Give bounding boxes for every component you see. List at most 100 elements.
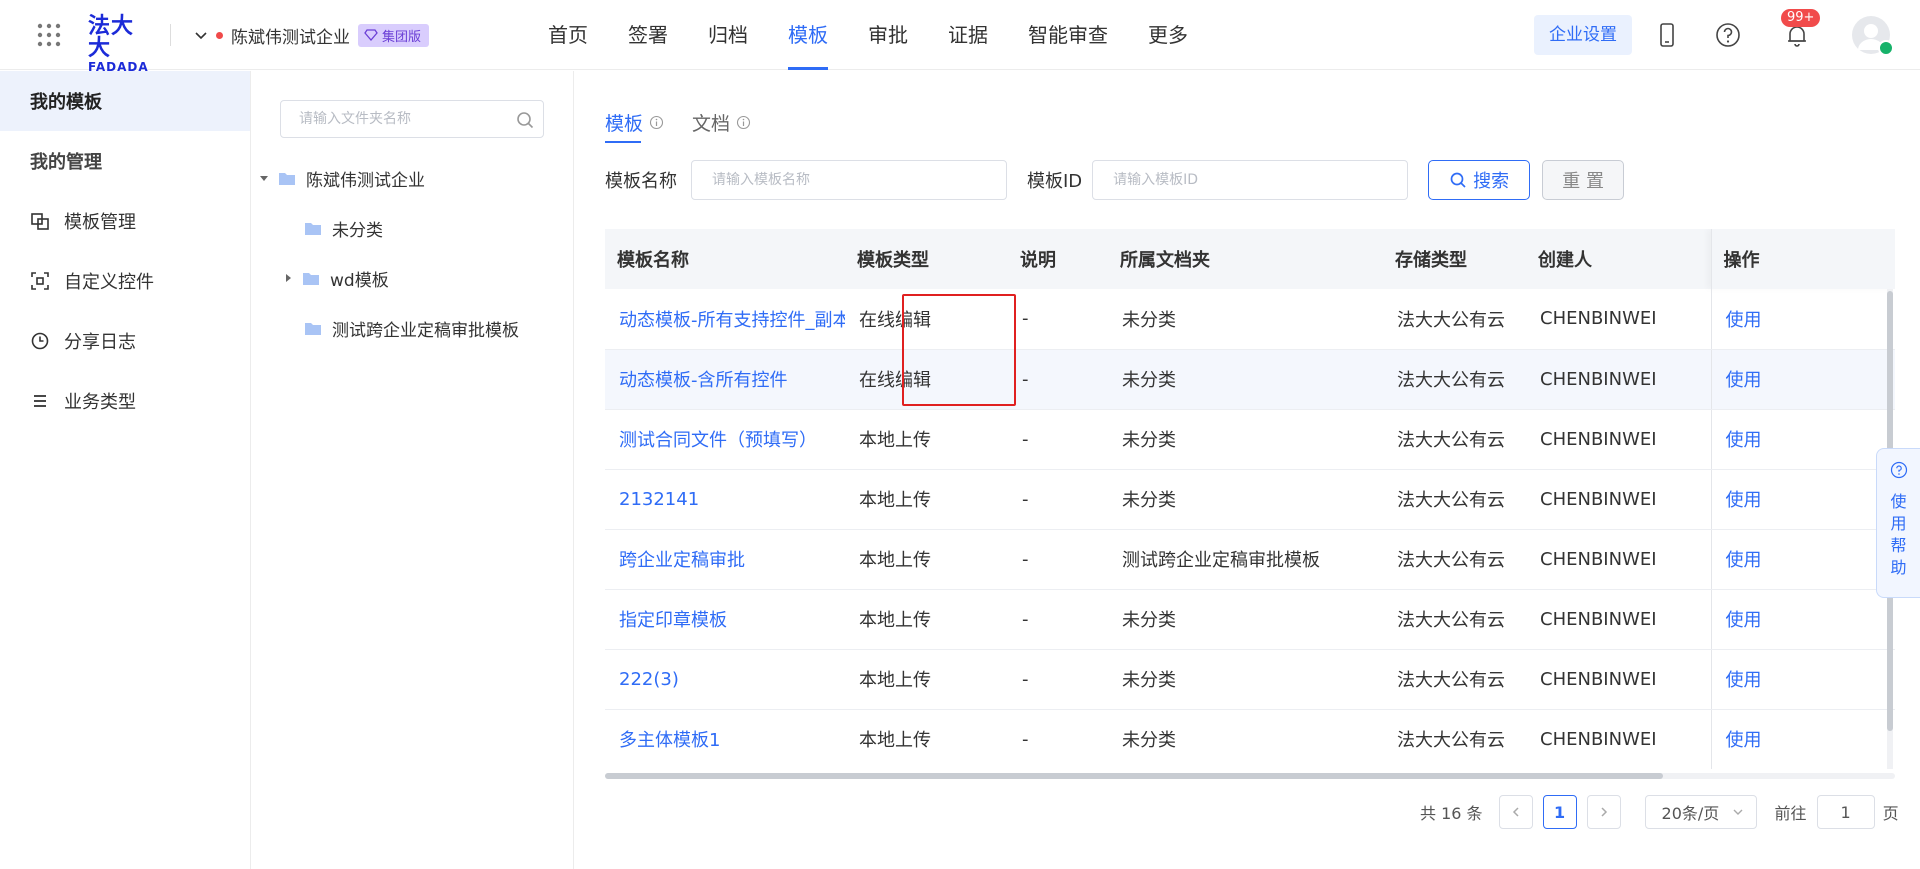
column-header-type: 模板类型 <box>845 229 1008 289</box>
folder-icon <box>305 222 321 235</box>
sidebar-item-business-type[interactable]: 业务类型 <box>0 371 250 431</box>
nav-smart-review[interactable]: 智能审查 <box>1028 0 1108 70</box>
prev-page-button[interactable] <box>1498 795 1533 829</box>
column-header-storage: 存储类型 <box>1383 229 1526 289</box>
tree-node-cross-enterprise[interactable]: 测试跨企业定稿审批模板 <box>304 313 519 343</box>
tree-node-label: 陈斌伟测试企业 <box>306 170 425 191</box>
template-name-link[interactable]: 2132141 <box>605 469 845 530</box>
user-avatar[interactable] <box>1852 16 1894 56</box>
sidebar: 我的模板 我的管理 模板管理 自定义控件 分享日志 业务类型 <box>0 71 251 869</box>
use-template-link[interactable]: 使用 <box>1710 469 1895 530</box>
nav-home[interactable]: 首页 <box>548 0 588 70</box>
fadada-logo[interactable]: 法大大 FADADA <box>88 16 152 75</box>
template-folder-cell: 未分类 <box>1108 409 1383 470</box>
search-button-label: 搜索 <box>1473 171 1510 192</box>
filter-bar: 模板名称 模板ID 搜索 重 置 <box>605 160 1625 200</box>
reset-button[interactable]: 重 置 <box>1542 160 1625 200</box>
template-type-cell: 本地上传 <box>845 469 1008 530</box>
template-name-link[interactable]: 跨企业定稿审批 <box>605 529 845 590</box>
template-name-link[interactable]: 动态模板-含所有控件 <box>605 349 845 410</box>
next-page-button[interactable] <box>1586 795 1621 829</box>
template-name-link[interactable]: 测试合同文件（预填写） <box>605 409 845 470</box>
table-horizontal-scrollbar[interactable] <box>605 773 1895 779</box>
sidebar-item-share-log[interactable]: 分享日志 <box>0 311 250 371</box>
apps-grid-icon[interactable] <box>36 22 62 48</box>
page-size-select[interactable]: 20条/页 <box>1644 795 1757 829</box>
content-tabs: 模板 文档 <box>605 105 751 143</box>
template-creator-cell: CHENBINWEI <box>1526 289 1711 350</box>
template-name-label: 模板名称 <box>605 171 677 192</box>
folder-search-input[interactable] <box>299 101 519 137</box>
mobile-icon[interactable] <box>1652 20 1682 50</box>
company-status-dot <box>216 31 223 39</box>
nav-more[interactable]: 更多 <box>1148 0 1188 70</box>
template-creator-cell: CHENBINWEI <box>1526 529 1711 590</box>
use-template-link[interactable]: 使用 <box>1710 289 1895 350</box>
search-button[interactable]: 搜索 <box>1428 160 1531 200</box>
usage-help-float-button[interactable]: 使用帮助 <box>1876 448 1920 598</box>
template-creator-cell: CHENBINWEI <box>1526 649 1711 710</box>
enterprise-settings-button[interactable]: 企业设置 <box>1534 15 1632 55</box>
template-name-input[interactable] <box>691 160 1007 200</box>
nav-approval[interactable]: 审批 <box>868 0 908 70</box>
folder-icon <box>303 272 319 285</box>
template-name-link[interactable]: 动态模板-所有支持控件_副本1 <box>605 289 845 350</box>
nav-sign[interactable]: 签署 <box>628 0 668 70</box>
sidebar-item-my-management[interactable]: 我的管理 <box>0 131 250 191</box>
table-row: 测试合同文件（预填写） 本地上传 - 未分类 法大大公有云 CHENBINWEI… <box>605 409 1895 470</box>
template-creator-cell: CHENBINWEI <box>1526 709 1711 769</box>
template-type-cell: 本地上传 <box>845 649 1008 710</box>
sidebar-item-my-templates[interactable]: 我的模板 <box>0 71 250 131</box>
caret-right-icon[interactable] <box>282 272 294 284</box>
info-icon[interactable] <box>736 115 751 130</box>
sidebar-item-template-management[interactable]: 模板管理 <box>0 191 250 251</box>
template-name-link[interactable]: 多主体模板1 <box>605 709 845 769</box>
goto-label: 前往 <box>1774 804 1807 823</box>
use-template-link[interactable]: 使用 <box>1710 709 1895 769</box>
template-id-label: 模板ID <box>1027 171 1083 192</box>
page-number-button[interactable]: 1 <box>1542 795 1577 829</box>
tree-node-uncategorized[interactable]: 未分类 <box>304 213 383 243</box>
goto-page-input[interactable] <box>1816 795 1875 829</box>
nav-archive[interactable]: 归档 <box>708 0 748 70</box>
table-row: 多主体模板1 本地上传 - 未分类 法大大公有云 CHENBINWEI 使用 <box>605 709 1895 769</box>
caret-down-icon[interactable] <box>258 172 270 184</box>
chevron-down-icon <box>1733 809 1743 815</box>
nav-evidence[interactable]: 证据 <box>948 0 988 70</box>
group-edition-badge: 集团版 <box>358 23 430 47</box>
template-manage-icon <box>31 213 49 230</box>
use-template-link[interactable]: 使用 <box>1710 649 1895 710</box>
sidebar-item-custom-control[interactable]: 自定义控件 <box>0 251 250 311</box>
sidebar-item-label: 我的管理 <box>30 152 102 173</box>
group-edition-label: 集团版 <box>382 29 422 45</box>
info-icon[interactable] <box>649 115 664 130</box>
use-template-link[interactable]: 使用 <box>1710 349 1895 410</box>
template-desc-cell: - <box>1008 589 1108 650</box>
company-switcher[interactable]: 陈斌伟测试企业 集团版 <box>194 20 430 50</box>
tree-node-wd-template[interactable]: wd模板 <box>282 263 389 293</box>
template-creator-cell: CHENBINWEI <box>1526 589 1711 650</box>
use-template-link[interactable]: 使用 <box>1710 589 1895 650</box>
template-name-link[interactable]: 222(3) <box>605 649 845 710</box>
help-circle-icon[interactable] <box>1713 20 1743 50</box>
tab-document[interactable]: 文档 <box>692 105 751 139</box>
main-content: 模板 文档 模板名称 模板ID 搜索 重 <box>575 71 1920 869</box>
sidebar-item-label: 业务类型 <box>64 392 136 413</box>
use-template-link[interactable]: 使用 <box>1710 529 1895 590</box>
template-folder-cell: 未分类 <box>1108 349 1383 410</box>
template-folder-cell: 未分类 <box>1108 649 1383 710</box>
main-nav: 首页 签署 归档 模板 审批 证据 智能审查 更多 <box>528 0 1208 70</box>
scrollbar-thumb[interactable] <box>605 773 1663 779</box>
search-icon[interactable] <box>515 110 535 130</box>
nav-template[interactable]: 模板 <box>788 0 828 70</box>
template-name-link[interactable]: 指定印章模板 <box>605 589 845 650</box>
column-header-name: 模板名称 <box>605 229 845 289</box>
logo-text-main: 法大大 <box>88 14 135 61</box>
template-id-input[interactable] <box>1092 160 1409 200</box>
tab-template[interactable]: 模板 <box>605 105 664 143</box>
notification-count-badge: 99+ <box>1781 9 1821 27</box>
use-template-link[interactable]: 使用 <box>1710 409 1895 470</box>
table-row: 222(3) 本地上传 - 未分类 法大大公有云 CHENBINWEI 使用 <box>605 649 1895 710</box>
tree-node-root[interactable]: 陈斌伟测试企业 <box>258 163 425 193</box>
table-row: 指定印章模板 本地上传 - 未分类 法大大公有云 CHENBINWEI 使用 <box>605 589 1895 650</box>
